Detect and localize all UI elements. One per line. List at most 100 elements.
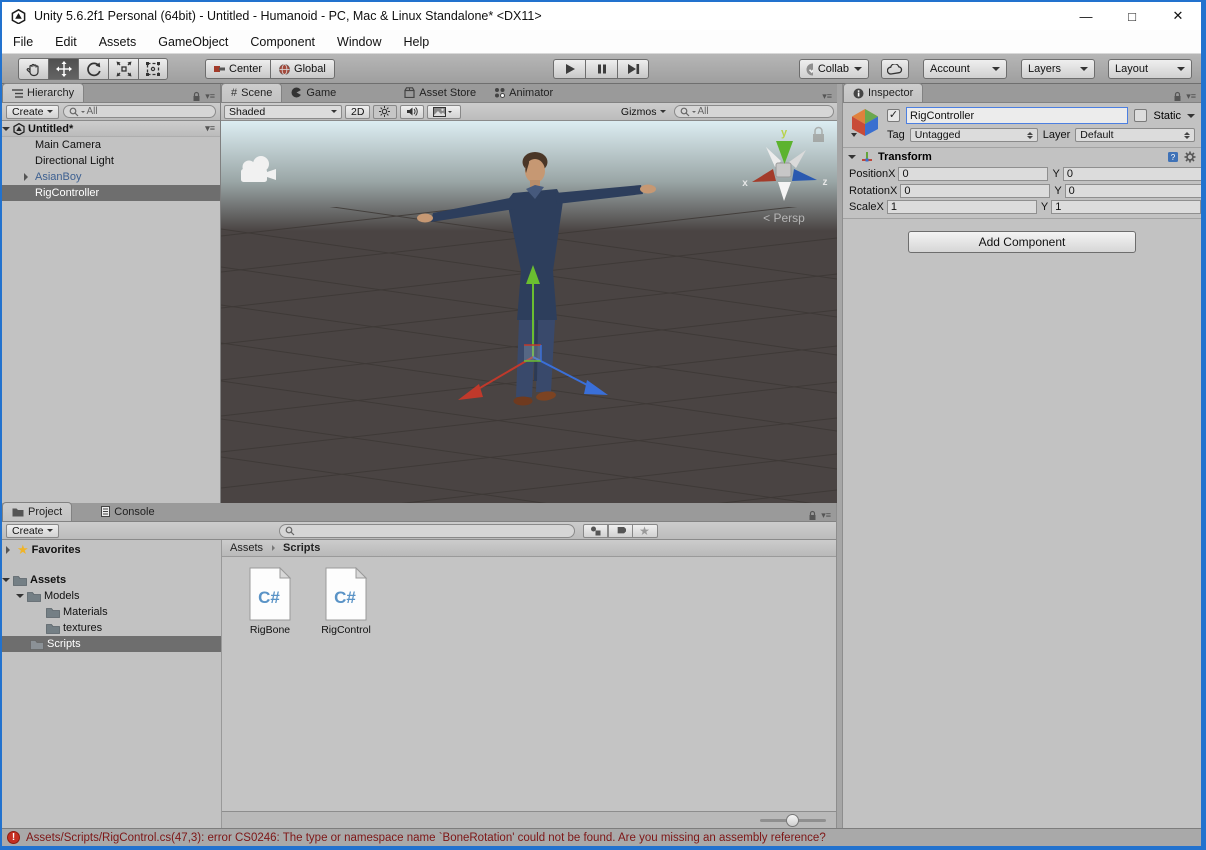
gameobject-cube-icon[interactable] xyxy=(849,107,881,137)
static-dropdown-icon[interactable] xyxy=(1187,113,1195,122)
expand-icon[interactable] xyxy=(24,173,32,181)
slider-knob[interactable] xyxy=(786,813,799,827)
tag-dropdown[interactable]: Untagged xyxy=(909,128,1038,142)
position-y-field[interactable] xyxy=(1062,166,1201,181)
project-content-area[interactable]: C# RigBone C# RigControl xyxy=(222,557,836,811)
menu-window[interactable]: Window xyxy=(326,30,392,53)
foldout-icon[interactable] xyxy=(2,126,10,135)
collab-dropdown[interactable]: Collab xyxy=(799,59,869,79)
static-checkbox[interactable]: ✓ xyxy=(1134,109,1148,122)
scene-viewport[interactable]: y x z < Persp xyxy=(221,121,837,503)
play-button[interactable] xyxy=(553,59,585,79)
scale-tool-button[interactable] xyxy=(108,58,138,80)
panel-menu-icon[interactable]: ▾≡ xyxy=(1186,91,1196,102)
menu-edit[interactable]: Edit xyxy=(44,30,88,53)
pivot-center-button[interactable]: Center xyxy=(205,59,271,79)
panel-menu-icon[interactable]: ▾≡ xyxy=(822,91,832,102)
tab-game[interactable]: Game xyxy=(282,83,345,102)
scene-row-menu-icon[interactable]: ▾≡ xyxy=(200,123,220,134)
account-dropdown[interactable]: Account xyxy=(923,59,1007,79)
icon-size-slider[interactable] xyxy=(760,813,826,827)
maximize-button[interactable]: □ xyxy=(1109,2,1155,30)
layout-dropdown[interactable]: Layout xyxy=(1108,59,1192,79)
move-tool-button[interactable] xyxy=(48,58,78,80)
gear-icon[interactable] xyxy=(1184,151,1196,163)
tree-item-textures[interactable]: textures xyxy=(2,620,221,636)
menu-gameobject[interactable]: GameObject xyxy=(147,30,239,53)
scale-x-field[interactable] xyxy=(886,200,1037,214)
foldout-icon[interactable] xyxy=(848,154,856,163)
lock-icon[interactable] xyxy=(1173,91,1182,102)
tree-item-assets[interactable]: Assets xyxy=(2,572,221,588)
add-component-button[interactable]: Add Component xyxy=(908,231,1136,253)
lock-icon[interactable] xyxy=(808,510,817,521)
panel-menu-icon[interactable]: ▾≡ xyxy=(821,510,831,521)
search-by-type-button[interactable] xyxy=(582,523,608,538)
saved-search-button[interactable]: ★ xyxy=(632,523,658,538)
lock-icon[interactable] xyxy=(192,91,201,102)
tab-inspector[interactable]: Inspector xyxy=(843,83,924,102)
layers-dropdown[interactable]: Layers xyxy=(1021,59,1095,79)
tree-item-scripts[interactable]: Scripts xyxy=(2,636,221,652)
pause-button[interactable] xyxy=(585,59,617,79)
menu-file[interactable]: File xyxy=(2,30,44,53)
tab-animator[interactable]: Animator xyxy=(485,83,562,102)
tree-item-models[interactable]: Models xyxy=(2,588,221,604)
tab-hierarchy[interactable]: Hierarchy xyxy=(2,83,85,102)
hierarchy-item-asianboy[interactable]: AsianBoy xyxy=(2,169,220,185)
tree-item-favorites[interactable]: ★ Favorites xyxy=(2,542,221,558)
search-filter-icon[interactable] xyxy=(80,110,85,115)
tree-item-materials[interactable]: Materials xyxy=(2,604,221,620)
status-bar[interactable]: ! Assets/Scripts/RigControl.cs(47,3): er… xyxy=(2,828,1201,846)
expand-icon[interactable] xyxy=(6,546,14,554)
audio-toggle-button[interactable] xyxy=(400,104,425,119)
tab-console[interactable]: Console xyxy=(92,502,163,521)
close-button[interactable]: ✕ xyxy=(1155,2,1201,30)
file-rigbone[interactable]: C# RigBone xyxy=(235,567,305,636)
cloud-button[interactable] xyxy=(881,59,909,79)
gizmos-dropdown[interactable]: Gizmos xyxy=(616,105,671,119)
rotate-tool-button[interactable] xyxy=(78,58,108,80)
hierarchy-create-button[interactable]: Create xyxy=(6,104,59,119)
space-global-button[interactable]: Global xyxy=(270,59,335,79)
hierarchy-item-main-camera[interactable]: Main Camera xyxy=(2,137,220,153)
breadcrumb-scripts[interactable]: Scripts xyxy=(283,542,320,554)
rotation-y-field[interactable] xyxy=(1064,183,1201,198)
help-icon[interactable]: ? xyxy=(1167,151,1179,163)
foldout-icon[interactable] xyxy=(2,578,10,586)
hierarchy-search-input[interactable]: All xyxy=(62,105,216,118)
position-x-field[interactable] xyxy=(898,166,1049,181)
rect-tool-button[interactable] xyxy=(138,58,168,80)
menu-assets[interactable]: Assets xyxy=(88,30,148,53)
tab-project[interactable]: Project xyxy=(2,502,73,521)
menu-help[interactable]: Help xyxy=(392,30,440,53)
gameobject-name-input[interactable] xyxy=(906,107,1129,124)
step-button[interactable] xyxy=(617,59,649,79)
scale-y-field[interactable] xyxy=(1051,200,1201,214)
search-by-label-button[interactable] xyxy=(607,523,633,538)
hierarchy-item-rigcontroller[interactable]: RigController xyxy=(2,185,220,201)
effects-dropdown-button[interactable] xyxy=(427,104,462,119)
project-create-button[interactable]: Create xyxy=(6,523,59,538)
hand-tool-button[interactable] xyxy=(18,58,48,80)
scene-header-row[interactable]: Untitled* ▾≡ xyxy=(2,121,220,137)
foldout-icon[interactable] xyxy=(16,594,24,602)
hierarchy-item-directional-light[interactable]: Directional Light xyxy=(2,153,220,169)
shading-mode-dropdown[interactable]: Shaded xyxy=(224,104,342,119)
search-filter-icon[interactable] xyxy=(691,110,696,115)
active-checkbox[interactable]: ✓ xyxy=(887,109,900,122)
layer-dropdown[interactable]: Default xyxy=(1075,128,1195,142)
tab-scene[interactable]: # Scene xyxy=(221,83,283,102)
project-search-input[interactable] xyxy=(278,523,575,538)
2d-toggle-button[interactable]: 2D xyxy=(345,104,371,119)
rotation-x-field[interactable] xyxy=(900,183,1051,198)
tab-asset-store[interactable]: Asset Store xyxy=(395,83,485,102)
transform-component-header[interactable]: Transform ? xyxy=(843,147,1201,165)
minimize-button[interactable]: — xyxy=(1063,2,1109,30)
menu-component[interactable]: Component xyxy=(239,30,326,53)
scene-search-input[interactable]: All xyxy=(673,105,834,118)
lighting-toggle-button[interactable] xyxy=(373,104,398,119)
file-rigcontrol[interactable]: C# RigControl xyxy=(311,567,381,636)
breadcrumb-assets[interactable]: Assets xyxy=(230,542,263,554)
panel-menu-icon[interactable]: ▾≡ xyxy=(205,91,215,102)
